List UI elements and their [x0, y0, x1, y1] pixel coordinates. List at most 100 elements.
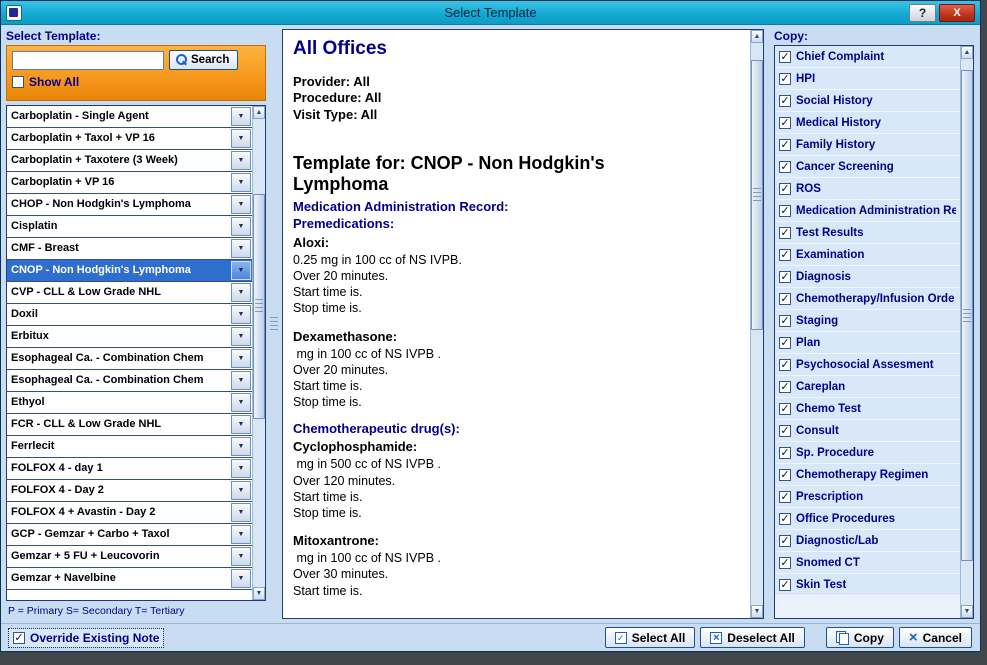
- scroll-down-button[interactable]: ▼: [253, 587, 265, 600]
- template-list-item[interactable]: FOLFOX 4 - Day 2 ▼: [7, 480, 252, 502]
- template-list-item[interactable]: Carboplatin - Single Agent ▼: [7, 106, 252, 128]
- template-list-item[interactable]: Esophageal Ca. - Combination Chem ▼: [7, 348, 252, 370]
- show-all-checkbox[interactable]: [12, 76, 24, 88]
- template-list-item[interactable]: Cisplatin ▼: [7, 216, 252, 238]
- copy-item-checkbox[interactable]: [779, 95, 791, 107]
- copy-item-checkbox[interactable]: [779, 315, 791, 327]
- scroll-up-button[interactable]: ▲: [961, 46, 973, 59]
- copy-item[interactable]: Chemotherapy/Infusion Orde: [775, 288, 960, 310]
- search-button[interactable]: Search: [169, 50, 238, 70]
- copy-item[interactable]: Skin Test: [775, 574, 960, 596]
- copy-item[interactable]: Sp. Procedure: [775, 442, 960, 464]
- copy-item[interactable]: Consult: [775, 420, 960, 442]
- template-dropdown-button[interactable]: ▼: [231, 305, 251, 324]
- copy-item-checkbox[interactable]: [779, 73, 791, 85]
- panel-splitter[interactable]: [266, 29, 282, 619]
- copy-item[interactable]: ROS: [775, 178, 960, 200]
- copy-item-checkbox[interactable]: [779, 535, 791, 547]
- template-list-item[interactable]: CMF - Breast ▼: [7, 238, 252, 260]
- template-dropdown-button[interactable]: ▼: [231, 327, 251, 346]
- preview-scrollbar[interactable]: ▲ ▼: [750, 30, 763, 618]
- template-dropdown-button[interactable]: ▼: [231, 239, 251, 258]
- template-list-item[interactable]: Carboplatin + VP 16 ▼: [7, 172, 252, 194]
- help-button[interactable]: ?: [909, 4, 936, 22]
- template-dropdown-button[interactable]: ▼: [231, 107, 251, 126]
- copy-list-scrollbar[interactable]: ▲ ▼: [960, 46, 973, 618]
- copy-item-checkbox[interactable]: [779, 183, 791, 195]
- copy-button[interactable]: Copy: [826, 627, 894, 648]
- template-list-item[interactable]: Gemzar + 5 FU + Leucovorin ▼: [7, 546, 252, 568]
- scrollbar-thumb[interactable]: [253, 194, 265, 419]
- scrollbar-thumb[interactable]: [751, 60, 763, 330]
- copy-item-checkbox[interactable]: [779, 557, 791, 569]
- copy-item-checkbox[interactable]: [779, 293, 791, 305]
- copy-item[interactable]: Snomed CT: [775, 552, 960, 574]
- template-list-item[interactable]: Carboplatin + Taxol + VP 16 ▼: [7, 128, 252, 150]
- scrollbar-track[interactable]: [961, 59, 973, 605]
- template-dropdown-button[interactable]: ▼: [231, 349, 251, 368]
- scroll-down-button[interactable]: ▼: [961, 605, 973, 618]
- template-dropdown-button[interactable]: ▼: [231, 569, 251, 588]
- template-dropdown-button[interactable]: ▼: [231, 371, 251, 390]
- template-dropdown-button[interactable]: ▼: [231, 129, 251, 148]
- template-dropdown-button[interactable]: ▼: [231, 459, 251, 478]
- copy-item-checkbox[interactable]: [779, 425, 791, 437]
- copy-item[interactable]: Chemo Test: [775, 398, 960, 420]
- copy-item[interactable]: Diagnosis: [775, 266, 960, 288]
- scroll-up-button[interactable]: ▲: [253, 106, 265, 119]
- copy-item-checkbox[interactable]: [779, 359, 791, 371]
- select-all-button[interactable]: Select All: [605, 627, 696, 648]
- copy-item[interactable]: Plan: [775, 332, 960, 354]
- copy-item[interactable]: Examination: [775, 244, 960, 266]
- template-list-item[interactable]: CHOP - Non Hodgkin's Lymphoma ▼: [7, 194, 252, 216]
- template-search-input[interactable]: [12, 51, 164, 70]
- show-all-row[interactable]: Show All: [12, 75, 260, 89]
- copy-item[interactable]: Staging: [775, 310, 960, 332]
- copy-item[interactable]: Family History: [775, 134, 960, 156]
- template-list-item[interactable]: Erbitux ▼: [7, 326, 252, 348]
- copy-item[interactable]: Chemotherapy Regimen: [775, 464, 960, 486]
- copy-item[interactable]: Chief Complaint: [775, 46, 960, 68]
- copy-item-checkbox[interactable]: [779, 579, 791, 591]
- copy-item[interactable]: Test Results: [775, 222, 960, 244]
- template-dropdown-button[interactable]: ▼: [231, 525, 251, 544]
- copy-item[interactable]: Medical History: [775, 112, 960, 134]
- scrollbar-thumb[interactable]: [961, 70, 973, 561]
- cancel-button[interactable]: Cancel: [899, 627, 972, 648]
- copy-item[interactable]: Social History: [775, 90, 960, 112]
- override-checkbox[interactable]: [13, 632, 25, 644]
- template-dropdown-button[interactable]: ▼: [231, 437, 251, 456]
- copy-item[interactable]: Prescription: [775, 486, 960, 508]
- template-dropdown-button[interactable]: ▼: [231, 503, 251, 522]
- copy-item-checkbox[interactable]: [779, 271, 791, 283]
- template-list-item[interactable]: FOLFOX 4 - day 1 ▼: [7, 458, 252, 480]
- template-dropdown-button[interactable]: ▼: [231, 283, 251, 302]
- copy-item-checkbox[interactable]: [779, 513, 791, 525]
- template-list-item[interactable]: Carboplatin + Taxotere (3 Week) ▼: [7, 150, 252, 172]
- template-list-item[interactable]: Ferrlecit ▼: [7, 436, 252, 458]
- scroll-down-button[interactable]: ▼: [751, 605, 763, 618]
- deselect-all-button[interactable]: Deselect All: [700, 627, 805, 648]
- copy-item-checkbox[interactable]: [779, 139, 791, 151]
- copy-item[interactable]: Psychosocial Assesment: [775, 354, 960, 376]
- copy-item-checkbox[interactable]: [779, 469, 791, 481]
- template-list-scrollbar[interactable]: ▲ ▼: [252, 106, 265, 600]
- scrollbar-track[interactable]: [253, 119, 265, 587]
- template-list-item[interactable]: GCP - Gemzar + Carbo + Taxol ▼: [7, 524, 252, 546]
- copy-item[interactable]: Office Procedures: [775, 508, 960, 530]
- template-dropdown-button[interactable]: ▼: [231, 151, 251, 170]
- template-dropdown-button[interactable]: ▼: [231, 481, 251, 500]
- copy-item[interactable]: Medication Administration Re: [775, 200, 960, 222]
- close-button[interactable]: X: [939, 4, 975, 22]
- template-list-item[interactable]: CNOP - Non Hodgkin's Lymphoma ▼: [7, 260, 252, 282]
- template-dropdown-button[interactable]: ▼: [231, 173, 251, 192]
- scrollbar-track[interactable]: [751, 43, 763, 605]
- copy-item-checkbox[interactable]: [779, 381, 791, 393]
- copy-item[interactable]: Careplan: [775, 376, 960, 398]
- template-list-item[interactable]: CVP - CLL & Low Grade NHL ▼: [7, 282, 252, 304]
- copy-item-checkbox[interactable]: [779, 491, 791, 503]
- override-existing-note-row[interactable]: Override Existing Note: [9, 629, 163, 647]
- copy-item-checkbox[interactable]: [779, 117, 791, 129]
- copy-item-checkbox[interactable]: [779, 447, 791, 459]
- copy-item-checkbox[interactable]: [779, 249, 791, 261]
